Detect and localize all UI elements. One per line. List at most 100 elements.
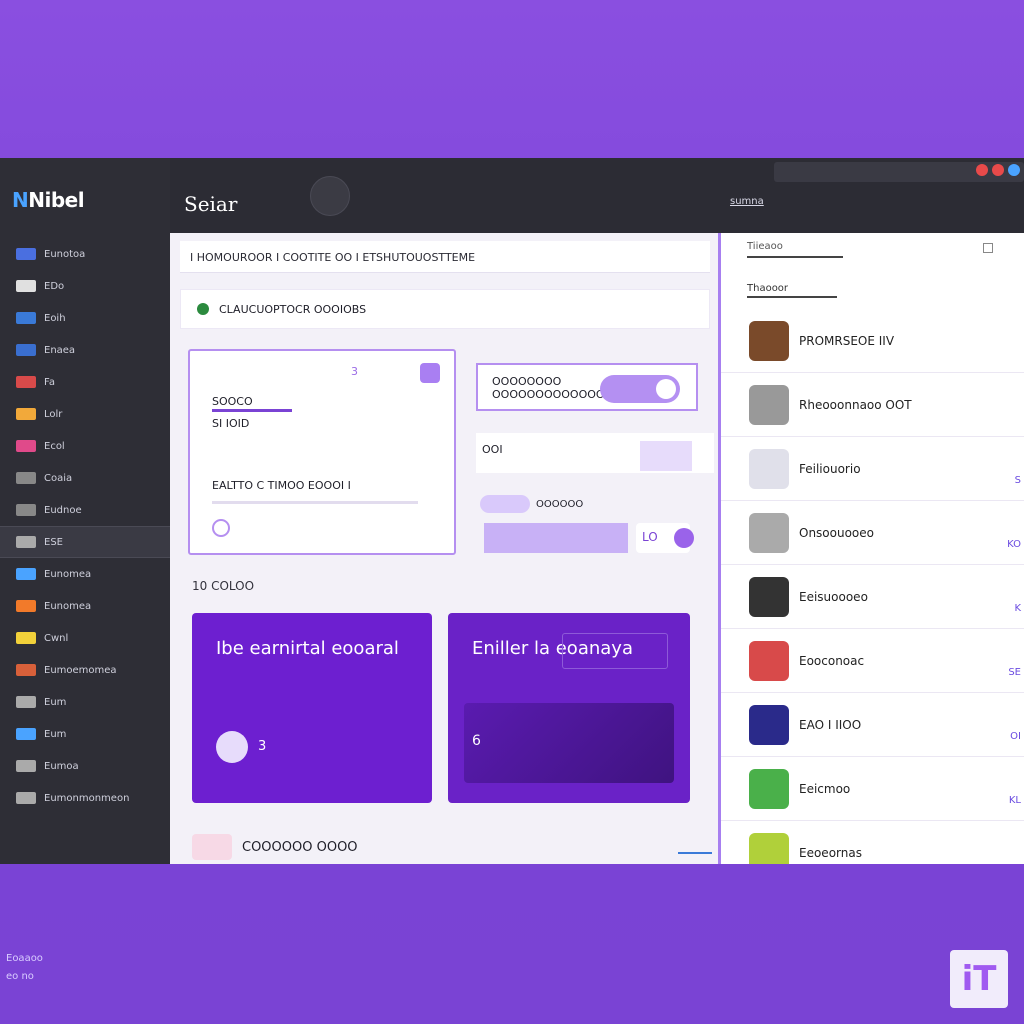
contact-meta: S	[1014, 475, 1021, 486]
input-field[interactable]	[484, 523, 628, 553]
sidebar-item[interactable]: Eum	[0, 686, 170, 718]
maximize-icon[interactable]	[1008, 164, 1020, 176]
sidebar-item[interactable]: Eunomea	[0, 590, 170, 622]
contacts-heading: Tiieaoo	[747, 241, 843, 258]
window-controls	[976, 164, 1020, 176]
nav-item-icon	[16, 440, 36, 452]
toggle-switch[interactable]	[600, 375, 680, 403]
sidebar-item[interactable]: Eumoa	[0, 750, 170, 782]
card-divider	[212, 409, 292, 412]
sidebar-item-label: ESE	[44, 536, 63, 548]
summary-card[interactable]: 3 SOOCO SI IOID EALTTO C TIMOO EOOOI I	[188, 349, 456, 555]
sidebar-item[interactable]: Eumoemomea	[0, 654, 170, 686]
sidebar-item-label: Ecol	[44, 440, 65, 452]
corner-text: Eoaaoo eo no	[6, 950, 43, 986]
contact-item[interactable]: Onsoouooeo KO	[721, 501, 1024, 565]
sidebar-item[interactable]: Lolr	[0, 398, 170, 430]
sidebar-item[interactable]: Eum	[0, 718, 170, 750]
contact-avatar	[749, 640, 789, 681]
lo-button[interactable]: LO	[636, 523, 694, 553]
link-underline[interactable]	[678, 840, 712, 854]
top-link[interactable]: sumna	[730, 196, 764, 207]
sidebar-item[interactable]: Fa	[0, 366, 170, 398]
contact-item[interactable]: PROMRSEOE IIV	[721, 309, 1024, 373]
contact-item[interactable]: Eooconoac SE	[721, 629, 1024, 693]
avatar[interactable]	[310, 176, 350, 216]
minimize-icon[interactable]	[992, 164, 1004, 176]
app-window: NNibel Eunotoa EDo Eoih Enaea Fa Lolr Ecol Coai…	[0, 158, 1024, 864]
nav-item-icon	[16, 600, 36, 612]
contact-meta: SE	[1008, 667, 1021, 678]
folder-icon	[192, 834, 232, 860]
settings-panel: OOOOOOOO OOOOOOOOOOOOO	[476, 363, 698, 411]
sidebar-item[interactable]: Coaia	[0, 462, 170, 494]
sidebar-item[interactable]: EDo	[0, 270, 170, 302]
contact-avatar	[749, 448, 789, 489]
sidebar-item-label: Coaia	[44, 472, 73, 484]
heading-underline	[747, 256, 843, 258]
contact-avatar	[749, 704, 789, 745]
sidebar-item-label: Eunotoa	[44, 248, 86, 260]
contact-name: Feiliouorio	[799, 461, 861, 476]
option-label: OOI	[482, 443, 503, 456]
option-row[interactable]: OOI	[476, 433, 714, 473]
sidebar-item[interactable]: Cwnl	[0, 622, 170, 654]
card-progress	[212, 501, 418, 504]
sidebar-item[interactable]: Eudnoe	[0, 494, 170, 526]
close-icon[interactable]	[976, 164, 988, 176]
promo-card-b[interactable]: Eniller la eoanaya 6	[448, 613, 690, 803]
contact-meta: K	[1014, 603, 1021, 614]
contact-item[interactable]: Eeisuoooeo K	[721, 565, 1024, 629]
sidebar-item-label: Eumonmonmeon	[44, 792, 130, 804]
promo-card-a[interactable]: Ibe earnirtal eooaral 3	[192, 613, 432, 803]
sidebar-item[interactable]: ESE	[0, 526, 170, 558]
contact-item[interactable]: EAO I IIOO OI	[721, 693, 1024, 757]
card-line-1: SOOCO	[212, 395, 253, 408]
section-label: 10 COLOO	[192, 579, 255, 593]
nav-item-icon	[16, 664, 36, 676]
nav-item-icon	[16, 632, 36, 644]
sidebar-item-label: Eudnoe	[44, 504, 82, 516]
shield-icon[interactable]	[420, 363, 440, 383]
contact-avatar	[749, 576, 789, 617]
contact-item[interactable]: Eeoeornas	[721, 821, 1024, 864]
sidebar-item[interactable]: Eunomea	[0, 558, 170, 590]
sidebar-item[interactable]: Eumonmonmeon	[0, 782, 170, 814]
contact-avatar	[749, 768, 789, 809]
footer-row[interactable]: COOOOOO OOOO	[192, 831, 712, 863]
contact-meta: OI	[1010, 731, 1021, 742]
app-logo: NNibel	[12, 188, 85, 212]
contacts-panel: Tiieaoo Thaooor PROMRSEOE IIV Rheooonnaoo…	[718, 233, 1024, 864]
status-text: CLAUCUOPTOCR OOOIOBS	[219, 302, 367, 316]
sidebar-item[interactable]: Ecol	[0, 430, 170, 462]
chip[interactable]	[480, 495, 530, 513]
contact-name: Eeicmoo	[799, 781, 851, 796]
card-line-2: SI IOID	[212, 417, 250, 430]
sidebar-item-label: Eum	[44, 696, 67, 708]
sidebar-item[interactable]: Eunotoa	[0, 238, 170, 270]
contact-name: EAO I IIOO	[799, 717, 862, 732]
contact-item[interactable]: Rheooonnaoo OOT	[721, 373, 1024, 437]
sidebar-item-label: Enaea	[44, 344, 76, 356]
chip-label: OOOOOO	[536, 499, 584, 510]
nav-item-icon	[16, 728, 36, 740]
sidebar-item-label: Eumoemomea	[44, 664, 117, 676]
checkbox[interactable]	[983, 243, 993, 253]
nav-item-icon	[16, 312, 36, 324]
card-count: 3	[351, 365, 358, 378]
contact-name: Eeoeornas	[799, 845, 862, 860]
sidebar-item-label: EDo	[44, 280, 65, 292]
sidebar-item-label: Fa	[44, 376, 55, 388]
option-swatch[interactable]	[640, 441, 692, 471]
main-header: I HOMOUROOR I COOTITE OO I ETSHUTOUOSTTE…	[180, 241, 710, 273]
contact-avatar	[749, 384, 789, 425]
promo-image	[464, 703, 674, 783]
contact-item[interactable]: Feiliouorio S	[721, 437, 1024, 501]
promo-meta-text: 6	[472, 733, 481, 749]
contact-item[interactable]: Eeicmoo KL	[721, 757, 1024, 821]
radio-icon[interactable]	[212, 519, 230, 537]
sidebar-item[interactable]: Enaea	[0, 334, 170, 366]
sidebar-item[interactable]: Eoih	[0, 302, 170, 334]
sidebar-item-label: Lolr	[44, 408, 63, 420]
screen-frame	[562, 633, 668, 669]
